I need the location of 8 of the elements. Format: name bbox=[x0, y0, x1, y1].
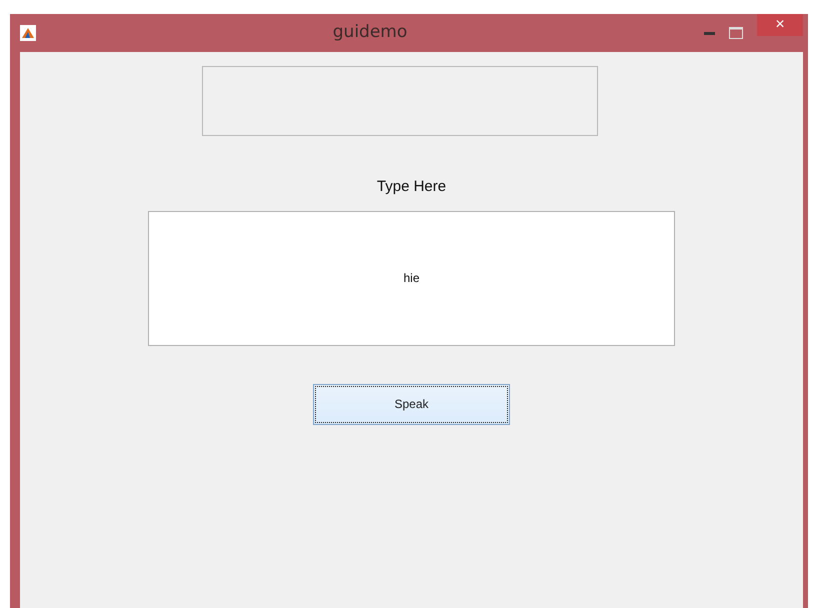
input-field[interactable]: hie bbox=[148, 210, 675, 346]
speak-button[interactable]: Speak bbox=[313, 384, 510, 424]
close-button[interactable]: × bbox=[757, 14, 803, 36]
maximize-icon[interactable] bbox=[729, 27, 743, 39]
app-icon bbox=[20, 25, 36, 41]
window-title: guidemo bbox=[332, 21, 408, 44]
minimize-icon[interactable] bbox=[704, 32, 715, 34]
field-label: Type Here bbox=[376, 177, 446, 197]
